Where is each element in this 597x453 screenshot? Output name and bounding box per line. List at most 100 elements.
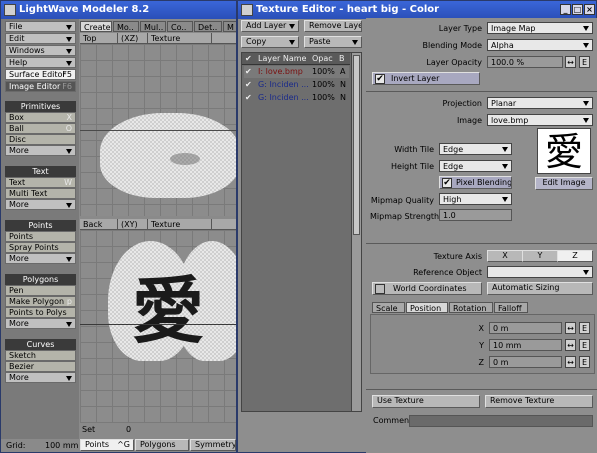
image-editor-button[interactable]: Image Editor F6	[5, 81, 76, 92]
pixel-blending-toggle[interactable]: ✔ Pixel Blending	[439, 176, 512, 189]
axis-y-button[interactable]: Y	[522, 250, 558, 262]
position-y-stepper-icon[interactable]: ↔	[565, 339, 576, 351]
position-x-stepper-icon[interactable]: ↔	[565, 322, 576, 334]
tab-construct[interactable]: Co..	[167, 21, 193, 32]
edit-menu[interactable]: Edit	[5, 33, 76, 44]
tab-map[interactable]: M	[223, 21, 236, 32]
image-select[interactable]: love.bmp	[487, 114, 593, 126]
spray-points-tool[interactable]: Spray Points	[5, 242, 76, 253]
tab-falloff[interactable]: Falloff	[494, 302, 528, 313]
viewport-back-view[interactable]: Back	[80, 219, 118, 230]
disc-tool[interactable]: Disc	[5, 134, 76, 145]
layer-row-1[interactable]: ✔ I: love.bmp 100% A	[244, 66, 349, 78]
layer-opacity-field[interactable]: 100.0 %	[487, 56, 563, 68]
position-z-stepper-icon[interactable]: ↔	[565, 356, 576, 368]
layer-list-scrollbar[interactable]	[351, 53, 361, 411]
bezier-tool[interactable]: Bezier	[5, 361, 76, 372]
use-texture-button[interactable]: Use Texture	[372, 395, 480, 408]
blending-mode-select[interactable]: Alpha	[487, 39, 593, 51]
maximize-icon[interactable]: □	[572, 4, 583, 15]
grid-label: Grid:	[6, 441, 26, 450]
position-y-field[interactable]: 10 mm	[489, 339, 562, 351]
sketch-tool[interactable]: Sketch	[5, 350, 76, 361]
polygons-mode-button[interactable]: Polygons	[135, 439, 189, 451]
invert-layer-toggle[interactable]: ✔ Invert Layer	[372, 72, 480, 85]
viewport-top-axes[interactable]: (XZ)	[118, 33, 148, 44]
copy-button[interactable]: Copy	[241, 36, 299, 48]
close-icon[interactable]: ×	[584, 4, 595, 15]
viewport-back-axes[interactable]: (XY)	[118, 219, 148, 230]
tab-position[interactable]: Position	[406, 302, 448, 313]
automatic-sizing-button[interactable]: Automatic Sizing	[487, 282, 593, 295]
layer-enable-check[interactable]: ✔	[245, 66, 252, 78]
symmetry-button[interactable]: Symmetry	[190, 439, 236, 451]
surface-editor-button[interactable]: Surface Editor F5	[5, 69, 76, 80]
primitives-more[interactable]: More	[5, 145, 76, 156]
position-x-field[interactable]: 0 m	[489, 322, 562, 334]
polygons-more[interactable]: More	[5, 318, 76, 329]
points-mode-button[interactable]: Points ^G	[80, 439, 134, 451]
file-menu[interactable]: File	[5, 21, 76, 32]
ball-tool[interactable]: Ball O	[5, 123, 76, 134]
tab-create[interactable]: Create	[80, 21, 112, 32]
tab-modify[interactable]: Mo..	[113, 21, 139, 32]
mipmap-strength-field[interactable]: 1.0	[439, 209, 512, 221]
multi-text-tool[interactable]: Multi Text	[5, 188, 76, 199]
scrollbar-thumb[interactable]	[353, 55, 360, 235]
axis-x-button[interactable]: X	[487, 250, 523, 262]
edit-image-button[interactable]: Edit Image	[535, 177, 593, 190]
points-to-polys-tool[interactable]: Points to Polys	[5, 307, 76, 318]
make-polygon-tool[interactable]: Make Polygon p	[5, 296, 76, 307]
viewport-back-header: Back (XY) Texture	[80, 219, 236, 230]
minimize-icon[interactable]: _	[560, 4, 571, 15]
layer-list[interactable]: ✔ Layer Name Opac B ✔ I: love.bmp 100% A…	[241, 52, 362, 412]
tab-detail[interactable]: Det..	[194, 21, 222, 32]
projection-select[interactable]: Planar	[487, 97, 593, 109]
points-tool[interactable]: Points	[5, 231, 76, 242]
viewport-back-mode[interactable]: Texture	[148, 219, 212, 230]
paste-button[interactable]: Paste	[304, 36, 362, 48]
reference-object-select[interactable]	[487, 266, 593, 278]
help-menu[interactable]: Help	[5, 57, 76, 68]
position-x-envelope-button[interactable]: E	[579, 322, 590, 334]
curves-more[interactable]: More	[5, 372, 76, 383]
axis-z-button[interactable]: Z	[557, 250, 593, 262]
windows-menu[interactable]: Windows	[5, 45, 76, 56]
viewport-top-mode[interactable]: Texture	[148, 33, 212, 44]
width-tile-select[interactable]: Edge	[439, 143, 512, 155]
text-tool[interactable]: Text W	[5, 177, 76, 188]
lightwave-logo-icon	[241, 4, 253, 16]
layer-row-2[interactable]: ✔ G: Inciden ... 100% N	[244, 79, 349, 91]
heart-top-shape	[100, 113, 236, 198]
remove-layer-button[interactable]: Remove Layer	[304, 20, 362, 32]
position-z-envelope-button[interactable]: E	[579, 356, 590, 368]
text-more[interactable]: More	[5, 199, 76, 210]
layer-enable-check[interactable]: ✔	[245, 79, 252, 91]
viewport-back[interactable]: Back (XY) Texture 愛	[80, 219, 236, 423]
position-z-field[interactable]: 0 m	[489, 356, 562, 368]
position-y-envelope-button[interactable]: E	[579, 339, 590, 351]
comment-field[interactable]	[409, 415, 593, 427]
height-tile-select[interactable]: Edge	[439, 160, 512, 172]
layer-type-select[interactable]: Image Map	[487, 22, 593, 34]
mipmap-quality-select[interactable]: High	[439, 193, 512, 205]
curves-header: Curves	[5, 339, 76, 350]
layer-row-3[interactable]: ✔ G: Inciden ... 100% N	[244, 92, 349, 104]
set-value: 0	[126, 425, 132, 434]
layer-enable-check[interactable]: ✔	[245, 92, 252, 104]
viewport-top[interactable]: Top (XZ) Texture	[80, 33, 236, 216]
tab-scale[interactable]: Scale	[372, 302, 405, 313]
tab-rotation[interactable]: Rotation	[449, 302, 493, 313]
add-layer-button[interactable]: Add Layer	[241, 20, 299, 32]
box-tool[interactable]: Box X	[5, 112, 76, 123]
points-more[interactable]: More	[5, 253, 76, 264]
tab-multiply[interactable]: Mul..	[140, 21, 166, 32]
opacity-stepper-icon[interactable]: ↔	[565, 56, 576, 68]
viewport-top-view[interactable]: Top	[80, 33, 118, 44]
remove-texture-button[interactable]: Remove Texture	[485, 395, 593, 408]
pen-tool[interactable]: Pen	[5, 285, 76, 296]
world-coordinates-toggle[interactable]: World Coordinates	[372, 282, 482, 295]
opacity-envelope-button[interactable]: E	[579, 56, 590, 68]
texture-editor-title-bar[interactable]: Texture Editor - heart big - Color _ □ ×	[238, 1, 596, 19]
modeler-title-bar[interactable]: LightWave Modeler 8.2	[1, 1, 236, 19]
